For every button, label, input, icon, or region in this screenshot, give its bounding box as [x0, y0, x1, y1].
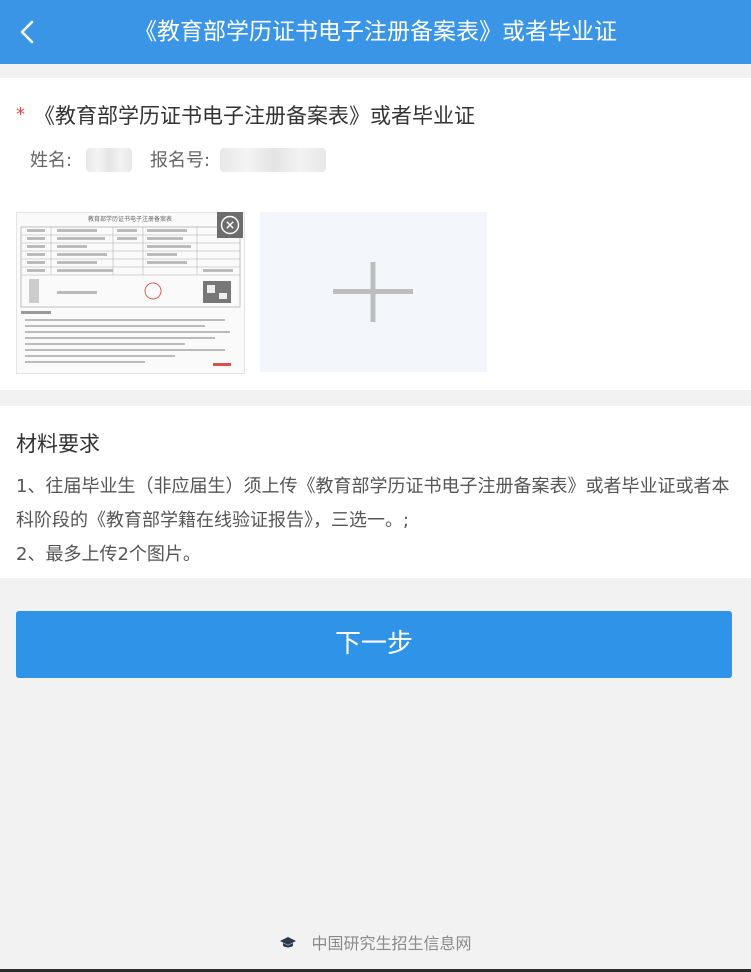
thumbnail-title: 教育部学历证书电子注册备案表 — [88, 215, 172, 223]
requirements-text: 1、往届毕业生（非应届生）须上传《教育部学历证书电子注册备案表》或者毕业证或者本… — [16, 470, 731, 572]
add-image-button[interactable] — [260, 212, 487, 372]
document-preview-image: 教育部学历证书电子注册备案表 — [20, 215, 241, 366]
upload-field-title: 《教育部学历证书电子注册备案表》或者毕业证 — [34, 104, 475, 128]
footer-site-name[interactable]: 中国研究生招生信息网 — [311, 934, 471, 953]
back-button[interactable] — [10, 14, 46, 50]
requirements-title: 材料要求 — [16, 432, 100, 456]
registration-number-label: 报名号: — [150, 150, 211, 171]
name-value-blurred — [86, 148, 132, 172]
plus-icon — [333, 262, 413, 322]
registration-number-value-blurred — [220, 148, 326, 172]
footer: 中国研究生招生信息网 — [0, 930, 751, 954]
next-step-button[interactable]: 下一步 — [16, 611, 732, 678]
chevron-left-icon — [20, 20, 34, 44]
name-label: 姓名: — [30, 150, 73, 171]
page-title: 《教育部学历证书电子注册备案表》或者毕业证 — [134, 19, 617, 45]
required-mark: * — [16, 104, 25, 125]
uploaded-image-thumbnail[interactable]: 教育部学历证书电子注册备案表 — [16, 212, 245, 374]
graduation-cap-icon — [280, 937, 297, 948]
remove-image-button[interactable] — [217, 212, 243, 238]
requirement-item-1: 1、往届毕业生（非应届生）须上传《教育部学历证书电子注册备案表》或者毕业证或者本… — [16, 476, 730, 531]
requirement-item-2: 2、最多上传2个图片。 — [16, 544, 201, 565]
close-circle-icon — [220, 215, 240, 235]
top-nav-bar: 《教育部学历证书电子注册备案表》或者毕业证 — [0, 0, 751, 64]
